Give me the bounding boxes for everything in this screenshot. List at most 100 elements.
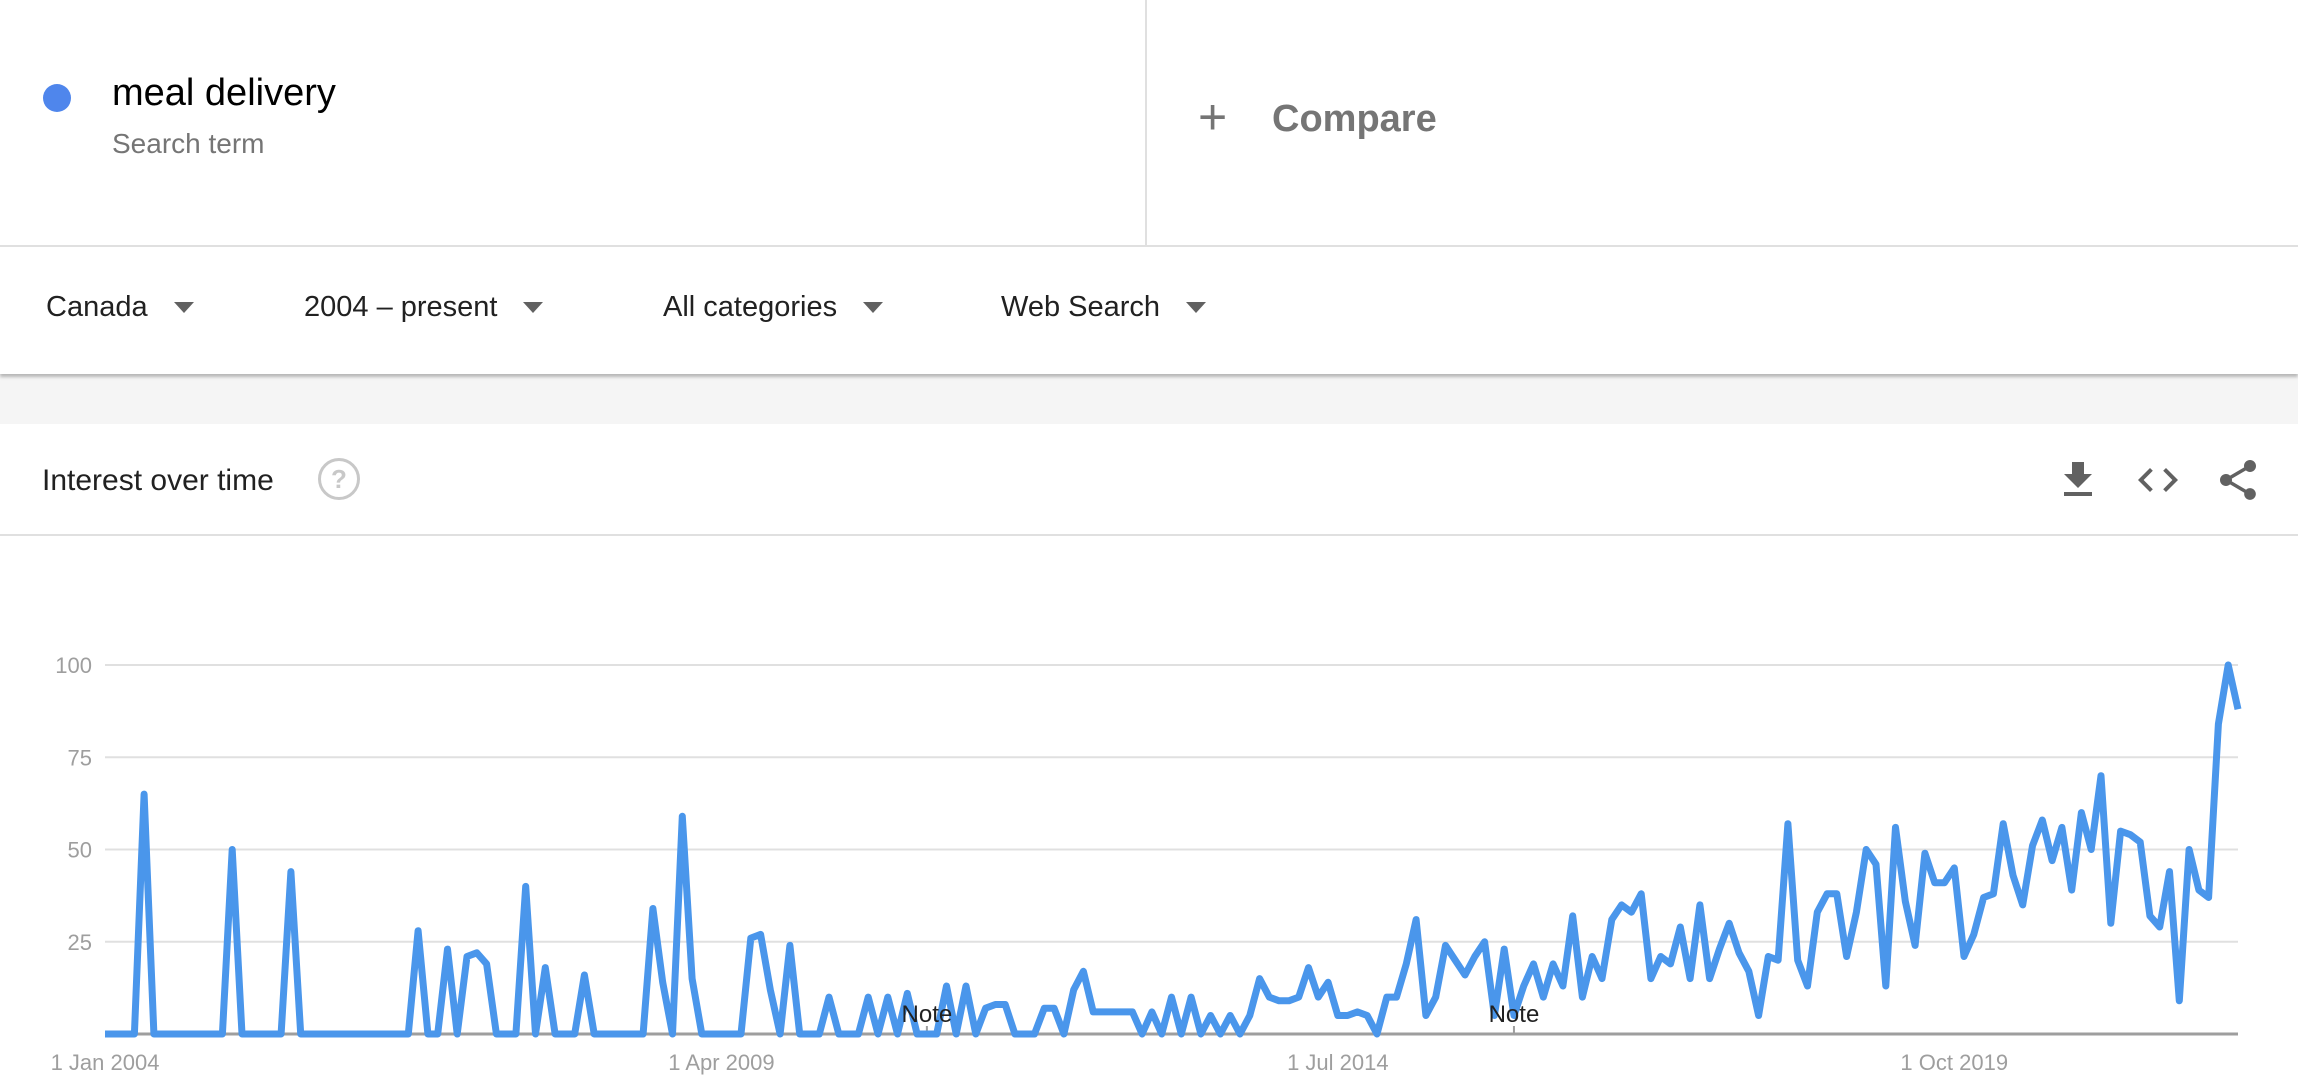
data-point[interactable] xyxy=(2088,847,2094,853)
data-point[interactable] xyxy=(679,813,685,819)
data-point[interactable] xyxy=(855,1031,861,1037)
data-point[interactable] xyxy=(425,1031,431,1037)
data-point[interactable] xyxy=(1198,1031,1204,1037)
data-point[interactable] xyxy=(1883,983,1889,989)
data-point[interactable] xyxy=(464,954,470,960)
data-point[interactable] xyxy=(943,983,949,989)
data-point[interactable] xyxy=(1041,1005,1047,1011)
data-point[interactable] xyxy=(591,1031,597,1037)
data-point[interactable] xyxy=(122,1031,128,1037)
data-point[interactable] xyxy=(992,1001,998,1007)
data-point[interactable] xyxy=(141,791,147,797)
data-point[interactable] xyxy=(1315,994,1321,1000)
data-point[interactable] xyxy=(317,1031,323,1037)
data-point[interactable] xyxy=(1893,824,1899,830)
data-point[interactable] xyxy=(259,1031,265,1037)
data-point[interactable] xyxy=(1462,972,1468,978)
data-point[interactable] xyxy=(1364,1013,1370,1019)
data-point[interactable] xyxy=(1628,909,1634,915)
search-type-filter-dropdown[interactable]: Web Search xyxy=(1001,291,1207,324)
data-point[interactable] xyxy=(2186,847,2192,853)
data-point[interactable] xyxy=(1442,942,1448,948)
data-point[interactable] xyxy=(1521,983,1527,989)
data-point[interactable] xyxy=(562,1031,568,1037)
data-point[interactable] xyxy=(1149,1009,1155,1015)
data-point[interactable] xyxy=(2147,913,2153,919)
data-point[interactable] xyxy=(895,1031,901,1037)
data-point[interactable] xyxy=(415,928,421,934)
data-point[interactable] xyxy=(2215,721,2221,727)
data-point[interactable] xyxy=(806,1031,812,1037)
data-point[interactable] xyxy=(366,1031,372,1037)
data-point[interactable] xyxy=(1002,1001,1008,1007)
data-point[interactable] xyxy=(630,1031,636,1037)
data-point[interactable] xyxy=(1188,994,1194,1000)
data-point[interactable] xyxy=(1990,891,1996,897)
data-point[interactable] xyxy=(1452,957,1458,963)
data-point[interactable] xyxy=(1266,994,1272,1000)
data-point[interactable] xyxy=(1579,994,1585,1000)
data-point[interactable] xyxy=(503,1031,509,1037)
data-point[interactable] xyxy=(1296,994,1302,1000)
data-point[interactable] xyxy=(669,1031,675,1037)
data-point[interactable] xyxy=(2030,843,2036,849)
data-point[interactable] xyxy=(2157,924,2163,930)
data-point[interactable] xyxy=(973,1031,979,1037)
data-point[interactable] xyxy=(1550,961,1556,967)
data-point[interactable] xyxy=(1227,1013,1233,1019)
data-point[interactable] xyxy=(1756,1013,1762,1019)
data-point[interactable] xyxy=(170,1031,176,1037)
data-point[interactable] xyxy=(2137,839,2143,845)
data-point[interactable] xyxy=(2078,810,2084,816)
data-point[interactable] xyxy=(1433,994,1439,1000)
data-point[interactable] xyxy=(758,931,764,937)
interest-chart[interactable]: 25 50 75 100 1 Jan 2004 1 Apr 2009 1 Jul 2014 1… xyxy=(0,424,2298,1092)
data-point[interactable] xyxy=(2059,824,2065,830)
data-point[interactable] xyxy=(1902,898,1908,904)
data-point[interactable] xyxy=(1658,954,1664,960)
data-point[interactable] xyxy=(640,1031,646,1037)
data-point[interactable] xyxy=(748,935,754,941)
data-point[interactable] xyxy=(1648,976,1654,982)
data-point[interactable] xyxy=(1100,1009,1106,1015)
data-point[interactable] xyxy=(1540,994,1546,1000)
data-point[interactable] xyxy=(1482,939,1488,945)
data-point[interactable] xyxy=(1638,891,1644,897)
search-term-panel[interactable]: meal delivery Search term xyxy=(0,0,1147,245)
data-point[interactable] xyxy=(572,1031,578,1037)
data-point[interactable] xyxy=(513,1031,519,1037)
data-point[interactable] xyxy=(210,1031,216,1037)
data-point[interactable] xyxy=(444,946,450,952)
data-point[interactable] xyxy=(836,1031,842,1037)
data-point[interactable] xyxy=(2020,902,2026,908)
data-point[interactable] xyxy=(1971,931,1977,937)
data-point[interactable] xyxy=(797,1031,803,1037)
data-point[interactable] xyxy=(1169,994,1175,1000)
data-point[interactable] xyxy=(1599,976,1605,982)
data-point[interactable] xyxy=(865,994,871,1000)
data-point[interactable] xyxy=(229,847,235,853)
data-point[interactable] xyxy=(1531,961,1537,967)
data-point[interactable] xyxy=(435,1031,441,1037)
data-point[interactable] xyxy=(2098,773,2104,779)
data-point[interactable] xyxy=(533,1031,539,1037)
data-point[interactable] xyxy=(953,1031,959,1037)
data-point[interactable] xyxy=(826,994,832,1000)
data-point[interactable] xyxy=(1961,954,1967,960)
data-point[interactable] xyxy=(709,1031,715,1037)
data-point[interactable] xyxy=(1032,1031,1038,1037)
data-point[interactable] xyxy=(1345,1013,1351,1019)
data-point[interactable] xyxy=(1120,1009,1126,1015)
data-point[interactable] xyxy=(337,1031,343,1037)
data-point[interactable] xyxy=(2039,817,2045,823)
data-point[interactable] xyxy=(1981,894,1987,900)
data-point[interactable] xyxy=(1570,913,1576,919)
data-point[interactable] xyxy=(963,983,969,989)
data-point[interactable] xyxy=(1765,954,1771,960)
data-point[interactable] xyxy=(934,1031,940,1037)
data-point[interactable] xyxy=(1609,917,1615,923)
data-point[interactable] xyxy=(327,1031,333,1037)
data-point[interactable] xyxy=(1090,1009,1096,1015)
data-point[interactable] xyxy=(1873,861,1879,867)
data-point[interactable] xyxy=(1941,880,1947,886)
